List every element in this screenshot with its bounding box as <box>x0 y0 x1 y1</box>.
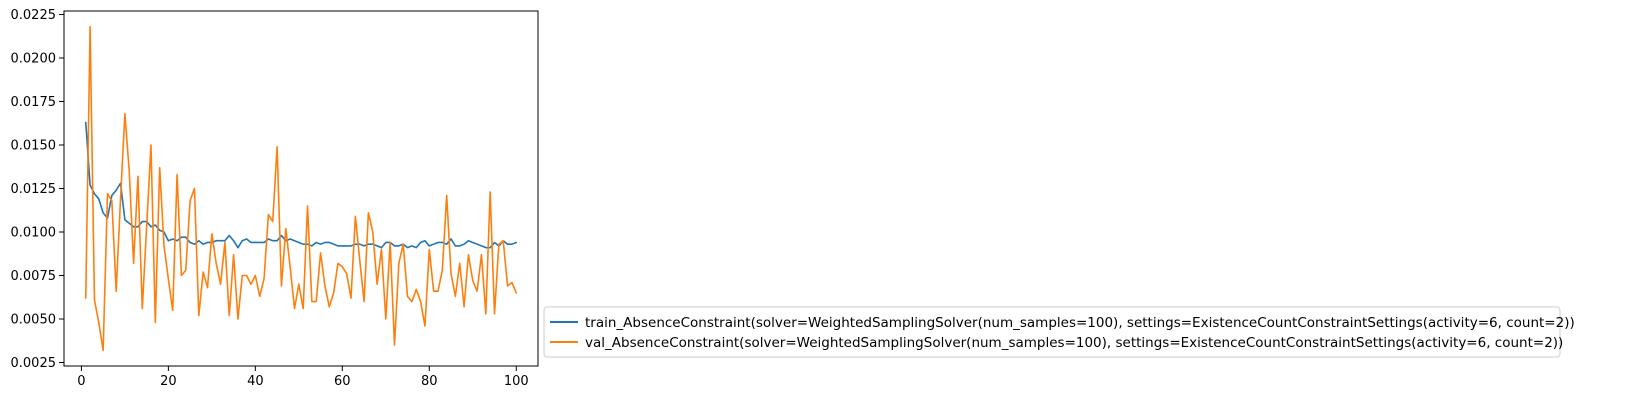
line-chart: 0 20 40 60 80 100 0.00250.00500.00750.01000.0… <box>11 8 1575 389</box>
y-tick-label: 0.0025 <box>11 356 57 371</box>
series-line-val <box>84 25 518 352</box>
legend-label-val: val_AbsenceConstraint(solver=WeightedSam… <box>585 335 1563 351</box>
series-line-train <box>84 121 518 249</box>
legend: train_AbsenceConstraint(solver=WeightedS… <box>543 306 1575 358</box>
plot-area-frame <box>63 10 539 367</box>
x-tick-label: 0 <box>77 374 85 389</box>
y-axis: 0.0025 0.0050 0.0075 0.0100 0.0125 0.0150 0.01… <box>11 8 64 371</box>
y-tick-label: 0.0175 <box>11 95 57 110</box>
x-axis: 0 20 40 60 80 100 <box>77 366 529 389</box>
x-tick-label: 100 <box>504 374 529 389</box>
y-tick-label: 0.0125 <box>11 182 57 197</box>
x-tick-label: 40 <box>247 374 264 389</box>
x-tick-label: 60 <box>334 374 351 389</box>
series-layer <box>84 25 518 352</box>
y-tick-label: 0.0150 <box>11 138 57 153</box>
x-tick-label: 80 <box>421 374 438 389</box>
x-tick-label: 20 <box>160 374 177 389</box>
y-tick-label: 0.0075 <box>11 269 57 284</box>
y-tick-label: 0.0050 <box>11 313 57 328</box>
y-tick-label: 0.0100 <box>11 226 57 241</box>
legend-label-train: train_AbsenceConstraint(solver=WeightedS… <box>585 315 1575 331</box>
y-tick-label: 0.0200 <box>11 51 57 66</box>
y-tick-label: 0.0225 <box>11 8 57 23</box>
